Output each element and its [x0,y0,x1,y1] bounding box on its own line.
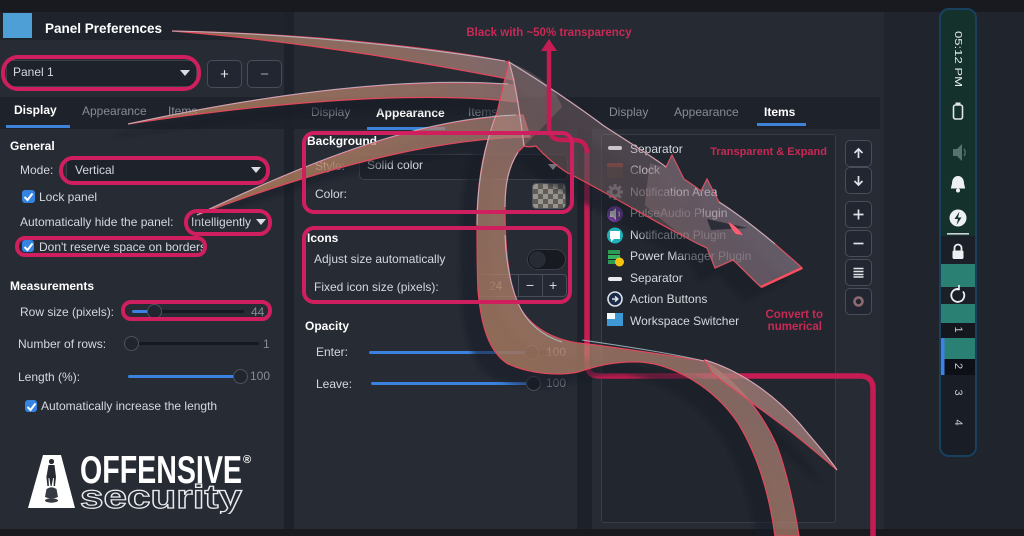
svg-text:numerical: numerical [768,321,822,333]
svg-text:Transparent & Expand: Transparent & Expand [710,146,827,158]
svg-text:Black with ~50% transparency: Black with ~50% transparency [466,27,632,39]
svg-text:Convert to: Convert to [766,309,824,321]
